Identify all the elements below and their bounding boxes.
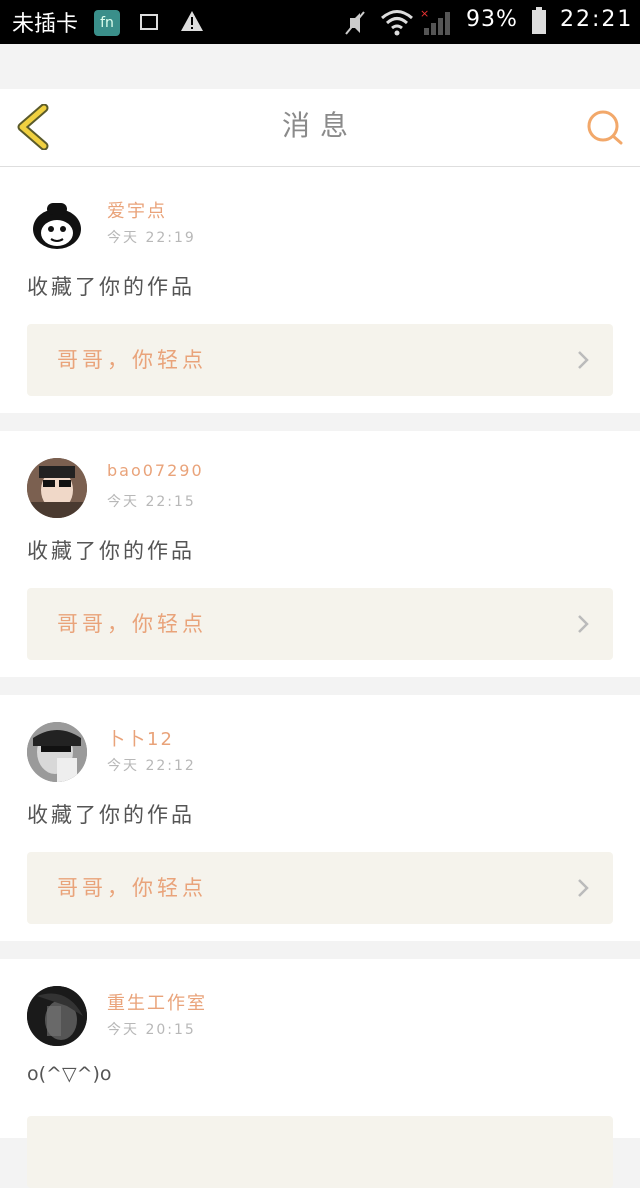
message-text: 收藏了你的作品 [27,803,195,827]
timestamp: 今天 22:15 [107,494,196,510]
warning-icon [181,11,203,31]
message-text: o(^▽^)o [27,1063,112,1085]
svg-text:×: × [420,8,429,20]
work-title: 哥哥，你轻点 [57,876,207,900]
message-text: 收藏了你的作品 [27,275,195,299]
image-icon [140,14,158,30]
carrier-label: 未插卡 [12,12,79,37]
avatar[interactable] [27,986,87,1046]
search-button[interactable] [584,107,626,149]
battery-percent: 93% [466,7,518,32]
battery-icon [532,7,546,34]
username[interactable]: 爱宇点 [107,197,167,223]
timestamp: 今天 22:19 [107,230,196,246]
work-link[interactable]: 哥哥，你轻点 [27,588,613,660]
chevron-right-icon [578,351,589,369]
signal-icon: × [420,8,450,35]
work-title: 哥哥，你轻点 [57,612,207,636]
timestamp: 今天 22:12 [107,758,196,774]
avatar[interactable] [27,458,87,518]
top-spacer [0,44,640,89]
avatar[interactable] [27,722,87,782]
work-link[interactable]: 哥哥，你轻点 [27,324,613,396]
message-text: 收藏了你的作品 [27,539,195,563]
username[interactable]: bao07290 [107,461,204,480]
wifi-icon [381,10,413,36]
list-item: 重生工作室 今天 20:15 o(^▽^)o [0,959,640,1188]
timestamp: 今天 20:15 [107,1022,196,1038]
chevron-right-icon [578,615,589,633]
mute-icon [345,11,365,35]
work-title: 哥哥，你轻点 [57,348,207,372]
list-item: 卜卜12 今天 22:12 收藏了你的作品 哥哥，你轻点 [0,695,640,941]
chevron-right-icon [578,879,589,897]
clock: 22:21 [560,7,634,32]
work-link[interactable]: 哥哥，你轻点 [27,852,613,924]
list-item: bao07290 今天 22:15 收藏了你的作品 哥哥，你轻点 [0,431,640,677]
status-bar: 未插卡 fn × 93% 22:21 [0,0,640,44]
username[interactable]: 卜卜12 [107,725,174,751]
work-link[interactable] [27,1116,613,1188]
page-title: 消息 [281,109,358,142]
avatar[interactable] [27,195,87,255]
search-icon [587,110,623,145]
list-item: 爱宇点 今天 22:19 收藏了你的作品 哥哥，你轻点 [0,167,640,413]
username[interactable]: 重生工作室 [107,989,207,1015]
app-icon: fn [94,10,120,36]
